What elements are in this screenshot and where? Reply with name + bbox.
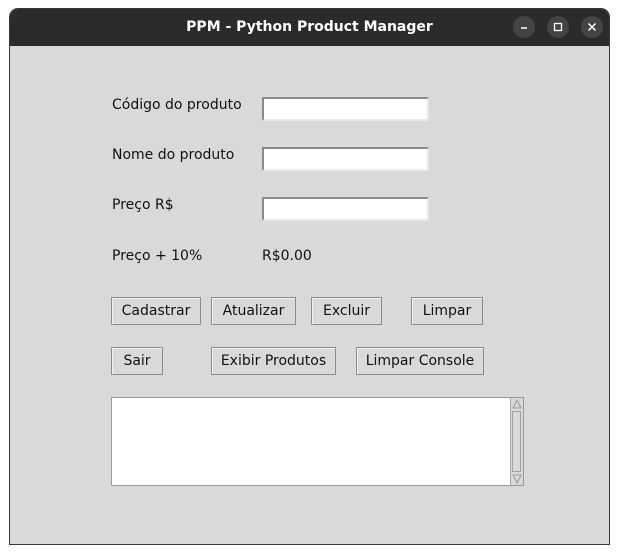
arrow-down-icon (512, 474, 522, 484)
scroll-down-button[interactable] (511, 473, 523, 485)
limpar-button[interactable]: Limpar (411, 297, 483, 325)
scroll-up-button[interactable] (511, 398, 523, 410)
preco-input[interactable] (262, 197, 429, 221)
nome-input[interactable] (262, 147, 429, 171)
title-bar[interactable]: PPM - Python Product Manager (10, 9, 609, 46)
limpar-console-button[interactable]: Limpar Console (356, 347, 484, 375)
app-window: PPM - Python Product Manager Código do p… (9, 8, 610, 545)
preco-label: Preço R$ (112, 197, 174, 213)
console-scrollbar[interactable] (510, 398, 523, 485)
cadastrar-button[interactable]: Cadastrar (111, 297, 201, 325)
exibir-produtos-button[interactable]: Exibir Produtos (211, 347, 336, 375)
maximize-icon (553, 22, 563, 32)
console-text (112, 398, 523, 402)
minimize-icon (521, 27, 527, 29)
codigo-label: Código do produto (112, 97, 242, 113)
codigo-input[interactable] (262, 97, 429, 121)
close-button[interactable] (581, 16, 603, 38)
form-area: Código do produto Nome do produto Preço … (10, 46, 609, 544)
minimize-button[interactable] (513, 16, 535, 38)
console-output[interactable] (111, 397, 524, 486)
arrow-up-icon (512, 399, 522, 409)
preco-10-label: Preço + 10% (112, 248, 203, 264)
sair-button[interactable]: Sair (111, 347, 163, 375)
scroll-thumb[interactable] (512, 411, 521, 472)
maximize-button[interactable] (547, 16, 569, 38)
close-icon (587, 22, 597, 32)
nome-label: Nome do produto (112, 147, 235, 163)
excluir-button[interactable]: Excluir (311, 297, 382, 325)
preco-10-value: R$0.00 (262, 248, 312, 264)
atualizar-button[interactable]: Atualizar (211, 297, 296, 325)
